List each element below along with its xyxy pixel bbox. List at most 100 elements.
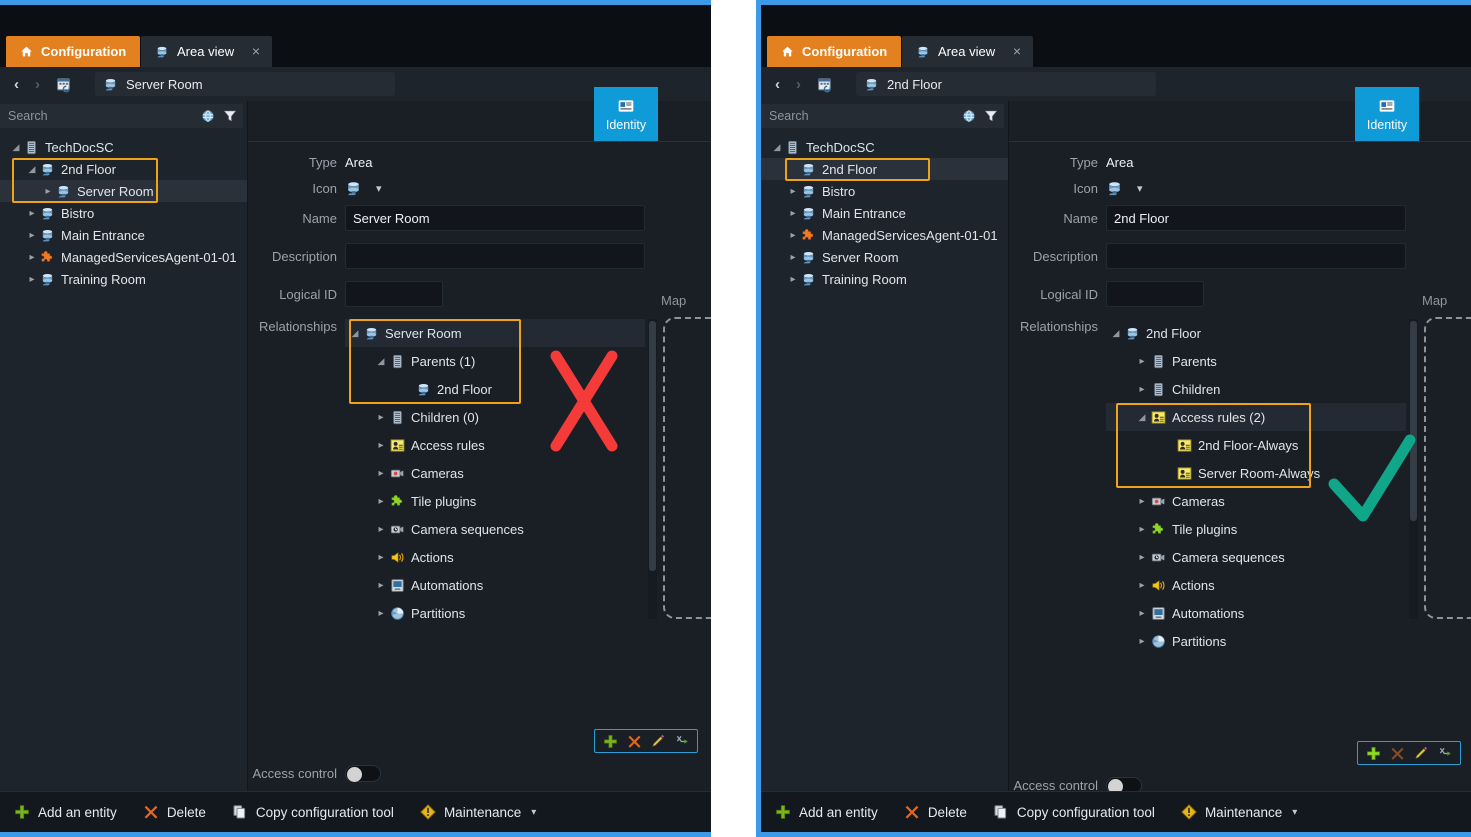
chevron-right-icon[interactable]: ▸ — [26, 274, 38, 285]
chevron-down-icon[interactable]: ▾ — [376, 182, 382, 195]
chevron-right-icon[interactable]: ▸ — [375, 468, 387, 479]
relationship-item-parents[interactable]: ▸Parents — [1106, 347, 1406, 375]
tree-item-server-room[interactable]: ▸Server Room — [0, 180, 247, 202]
chevron-right-icon[interactable]: ▸ — [787, 186, 799, 197]
chevron-right-icon[interactable]: ▸ — [375, 580, 387, 591]
relationship-item-automations[interactable]: ▸Automations — [345, 571, 645, 599]
chevron-down-icon[interactable]: ◢ — [1110, 328, 1122, 339]
tree-item-2nd-floor[interactable]: ◢2nd Floor — [0, 158, 247, 180]
tree-item-bistro[interactable]: ▸Bistro — [761, 180, 1008, 202]
chevron-right-icon[interactable]: ▸ — [375, 608, 387, 619]
tree-item-training-room[interactable]: ▸Training Room — [0, 268, 247, 290]
relationship-item-partitions[interactable]: ▸Partitions — [345, 599, 645, 627]
tab-configuration[interactable]: Configuration — [6, 36, 140, 67]
relationship-item-cameras[interactable]: ▸Cameras — [1106, 487, 1406, 515]
close-icon[interactable]: × — [252, 44, 260, 58]
tree-item-server-room[interactable]: ▸Server Room — [761, 246, 1008, 268]
copy-configuration-tool-button[interactable]: Copy configuration tool — [232, 804, 394, 820]
chevron-right-icon[interactable]: ▸ — [787, 252, 799, 263]
chevron-right-icon[interactable]: ▸ — [787, 274, 799, 285]
relationships-scrollbar[interactable] — [648, 319, 657, 619]
add-an-entity-button[interactable]: Add an entity — [14, 804, 117, 820]
chevron-down-icon[interactable]: ◢ — [375, 356, 387, 367]
relationship-item-server-room-always[interactable]: Server Room-Always — [1106, 459, 1406, 487]
relationship-item-partitions[interactable]: ▸Partitions — [1106, 627, 1406, 655]
chevron-right-icon[interactable]: ▸ — [1136, 608, 1148, 619]
back-button[interactable]: ‹ — [775, 76, 780, 93]
search-input[interactable]: Search — [0, 104, 243, 128]
chevron-right-icon[interactable]: ▸ — [26, 208, 38, 219]
tree-item-managedservicesagent-01-01[interactable]: ▸ManagedServicesAgent-01-01 — [0, 246, 247, 268]
chevron-down-icon[interactable]: ▾ — [531, 807, 536, 818]
globe-icon[interactable] — [962, 109, 976, 123]
relationship-item-actions[interactable]: ▸Actions — [345, 543, 645, 571]
chevron-right-icon[interactable]: ▸ — [1136, 580, 1148, 591]
maintenance-button[interactable]: Maintenance▾ — [420, 804, 536, 820]
chevron-down-icon[interactable]: ◢ — [10, 142, 22, 153]
identity-tab-button[interactable]: Identity — [594, 87, 658, 141]
chevron-right-icon[interactable]: ▸ — [375, 552, 387, 563]
breadcrumb[interactable]: Server Room — [95, 72, 395, 96]
chevron-down-icon[interactable]: ▾ — [1137, 182, 1143, 195]
chevron-right-icon[interactable]: ▸ — [375, 440, 387, 451]
tree-item-main-entrance[interactable]: ▸Main Entrance — [761, 202, 1008, 224]
relationship-item-camera-sequences[interactable]: ▸Camera sequences — [345, 515, 645, 543]
chevron-right-icon[interactable]: ▸ — [1136, 356, 1148, 367]
chevron-right-icon[interactable]: ▸ — [1136, 524, 1148, 535]
description-input[interactable] — [1106, 243, 1406, 269]
breadcrumb[interactable]: 2nd Floor — [856, 72, 1156, 96]
tab-configuration[interactable]: Configuration — [767, 36, 901, 67]
maintenance-button[interactable]: Maintenance▾ — [1181, 804, 1297, 820]
chevron-right-icon[interactable]: ▸ — [42, 186, 54, 197]
delete-button[interactable]: Delete — [904, 804, 967, 820]
relationship-item-access-rules-2-[interactable]: ◢Access rules (2) — [1106, 403, 1406, 431]
name-input[interactable]: 2nd Floor — [1106, 205, 1406, 231]
chevron-down-icon[interactable]: ◢ — [771, 142, 783, 153]
edit-relationship-button[interactable] — [647, 732, 669, 750]
relationship-item-children-0-[interactable]: ▸Children (0) — [345, 403, 645, 431]
chevron-right-icon[interactable]: ▸ — [1136, 496, 1148, 507]
identity-tab-button[interactable]: Identity — [1355, 87, 1419, 141]
relationship-item-2nd-floor[interactable]: 2nd Floor — [345, 375, 645, 403]
map-placeholder[interactable] — [1424, 317, 1471, 619]
tab-area-view[interactable]: Area view× — [141, 36, 272, 67]
chevron-down-icon[interactable]: ◢ — [349, 328, 361, 339]
relationship-item-parents-1-[interactable]: ◢Parents (1) — [345, 347, 645, 375]
close-icon[interactable]: × — [1013, 44, 1021, 58]
edit-relationship-button[interactable] — [1410, 744, 1432, 762]
relationship-item-2nd-floor[interactable]: ◢2nd Floor — [1106, 319, 1406, 347]
chevron-right-icon[interactable]: ▸ — [375, 412, 387, 423]
chevron-down-icon[interactable]: ◢ — [26, 164, 38, 175]
description-input[interactable] — [345, 243, 645, 269]
remove-relationship-button[interactable] — [623, 732, 645, 750]
logical-id-input[interactable] — [345, 281, 443, 307]
copy-configuration-tool-button[interactable]: Copy configuration tool — [993, 804, 1155, 820]
relationship-item-2nd-floor-always[interactable]: 2nd Floor-Always — [1106, 431, 1406, 459]
relationship-item-tile-plugins[interactable]: ▸Tile plugins — [345, 487, 645, 515]
back-button[interactable]: ‹ — [14, 76, 19, 93]
tree-item-main-entrance[interactable]: ▸Main Entrance — [0, 224, 247, 246]
forward-button[interactable]: › — [796, 76, 801, 93]
jump-relationship-button[interactable] — [1434, 744, 1456, 762]
tree-item-bistro[interactable]: ▸Bistro — [0, 202, 247, 224]
add-an-entity-button[interactable]: Add an entity — [775, 804, 878, 820]
chevron-down-icon[interactable]: ▾ — [1292, 807, 1297, 818]
name-input[interactable]: Server Room — [345, 205, 645, 231]
map-placeholder[interactable] — [663, 317, 711, 619]
search-input[interactable]: Search — [761, 104, 1004, 128]
relationship-item-automations[interactable]: ▸Automations — [1106, 599, 1406, 627]
relationship-item-camera-sequences[interactable]: ▸Camera sequences — [1106, 543, 1406, 571]
access-control-toggle[interactable] — [345, 765, 381, 782]
chevron-right-icon[interactable]: ▸ — [787, 230, 799, 241]
calendar-refresh-icon[interactable] — [56, 76, 73, 93]
scrollbar-thumb[interactable] — [1410, 321, 1417, 521]
relationship-item-cameras[interactable]: ▸Cameras — [345, 459, 645, 487]
relationship-item-actions[interactable]: ▸Actions — [1106, 571, 1406, 599]
relationship-item-children[interactable]: ▸Children — [1106, 375, 1406, 403]
relationship-item-tile-plugins[interactable]: ▸Tile plugins — [1106, 515, 1406, 543]
chevron-right-icon[interactable]: ▸ — [1136, 552, 1148, 563]
remove-relationship-button[interactable] — [1386, 744, 1408, 762]
forward-button[interactable]: › — [35, 76, 40, 93]
tree-item-techdocsc[interactable]: ◢TechDocSC — [761, 136, 1008, 158]
add-relationship-button[interactable] — [599, 732, 621, 750]
